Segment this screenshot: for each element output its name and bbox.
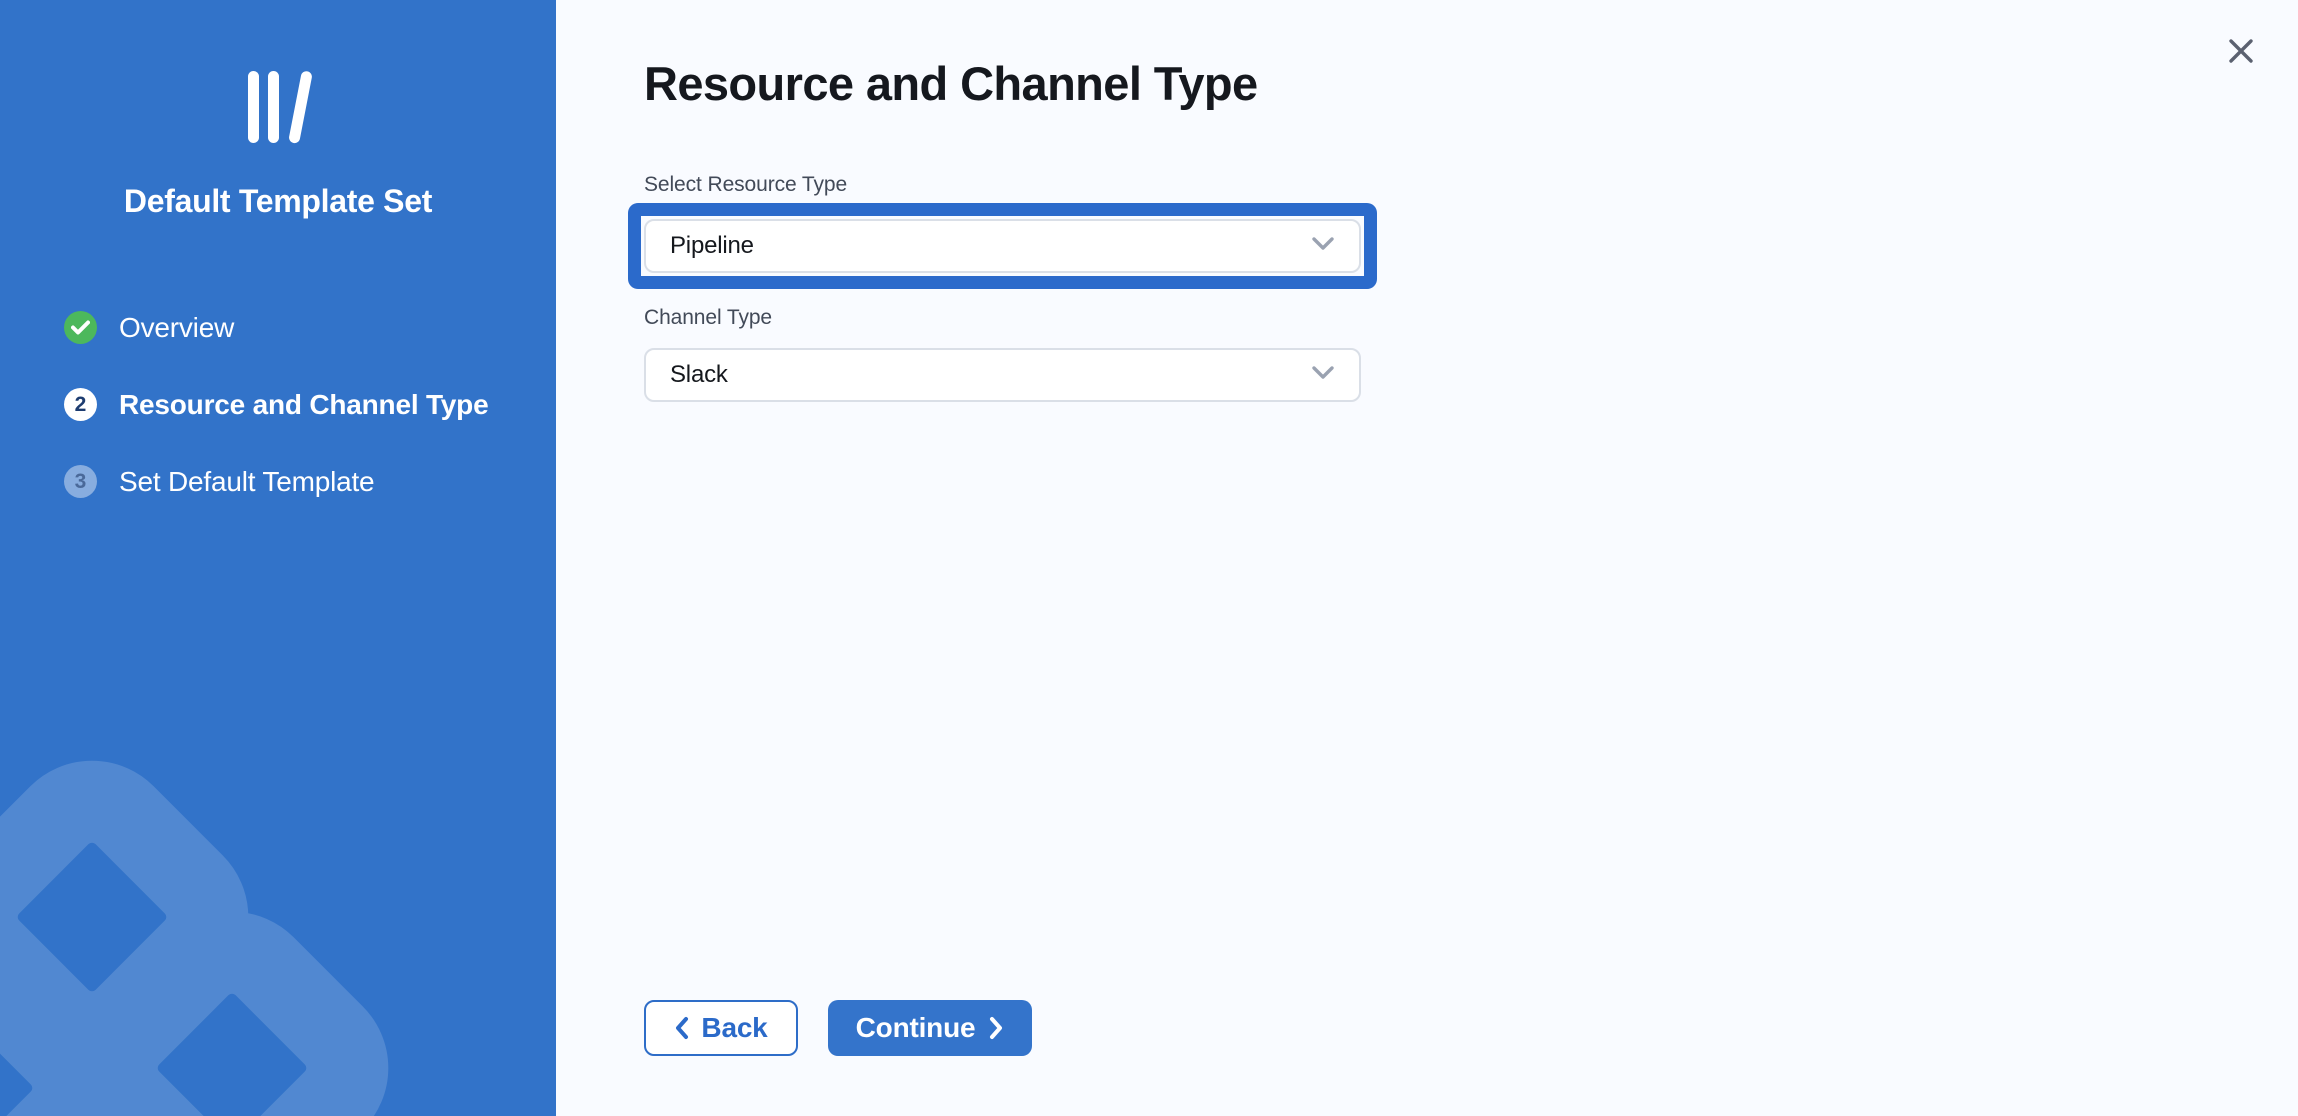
back-button-label: Back (701, 1012, 767, 1044)
chevron-down-icon (1311, 365, 1335, 385)
back-button[interactable]: Back (644, 1000, 798, 1056)
continue-button-label: Continue (856, 1012, 976, 1044)
app-logo-icon (236, 68, 320, 148)
step-label: Overview (119, 312, 234, 344)
watermark-pattern (0, 0, 556, 1116)
chevron-left-icon (674, 1016, 689, 1040)
resource-type-select[interactable]: Pipeline (644, 219, 1361, 273)
chevron-down-icon (1311, 236, 1335, 256)
wizard-body: Resource and Channel Type Select Resourc… (556, 0, 2298, 1116)
resource-type-value: Pipeline (670, 232, 754, 260)
continue-button[interactable]: Continue (828, 1000, 1032, 1056)
channel-type-select[interactable]: Slack (644, 348, 1361, 402)
wizard-sidebar: Default Template Set Overview 2 Resource… (0, 0, 556, 1116)
channel-type-label: Channel Type (644, 305, 772, 331)
step-label: Set Default Template (119, 466, 374, 498)
step-label: Resource and Channel Type (119, 389, 488, 421)
wizard-footer-buttons: Back Continue (644, 1000, 1032, 1056)
step-set-default-template[interactable]: 3 Set Default Template (64, 465, 488, 498)
step-overview[interactable]: Overview (64, 311, 488, 344)
wizard-steps: Overview 2 Resource and Channel Type 3 S… (64, 311, 488, 498)
step-number-badge: 2 (64, 388, 97, 421)
step-complete-check-icon (64, 311, 97, 344)
page-title: Resource and Channel Type (644, 56, 1258, 112)
channel-type-value: Slack (670, 361, 728, 389)
step-resource-and-channel-type[interactable]: 2 Resource and Channel Type (64, 388, 488, 421)
step-number-badge: 3 (64, 465, 97, 498)
resource-type-focus-ring: Pipeline (628, 203, 1377, 289)
chevron-right-icon (989, 1016, 1004, 1040)
wizard-title: Default Template Set (0, 183, 556, 220)
resource-type-label: Select Resource Type (644, 172, 847, 198)
